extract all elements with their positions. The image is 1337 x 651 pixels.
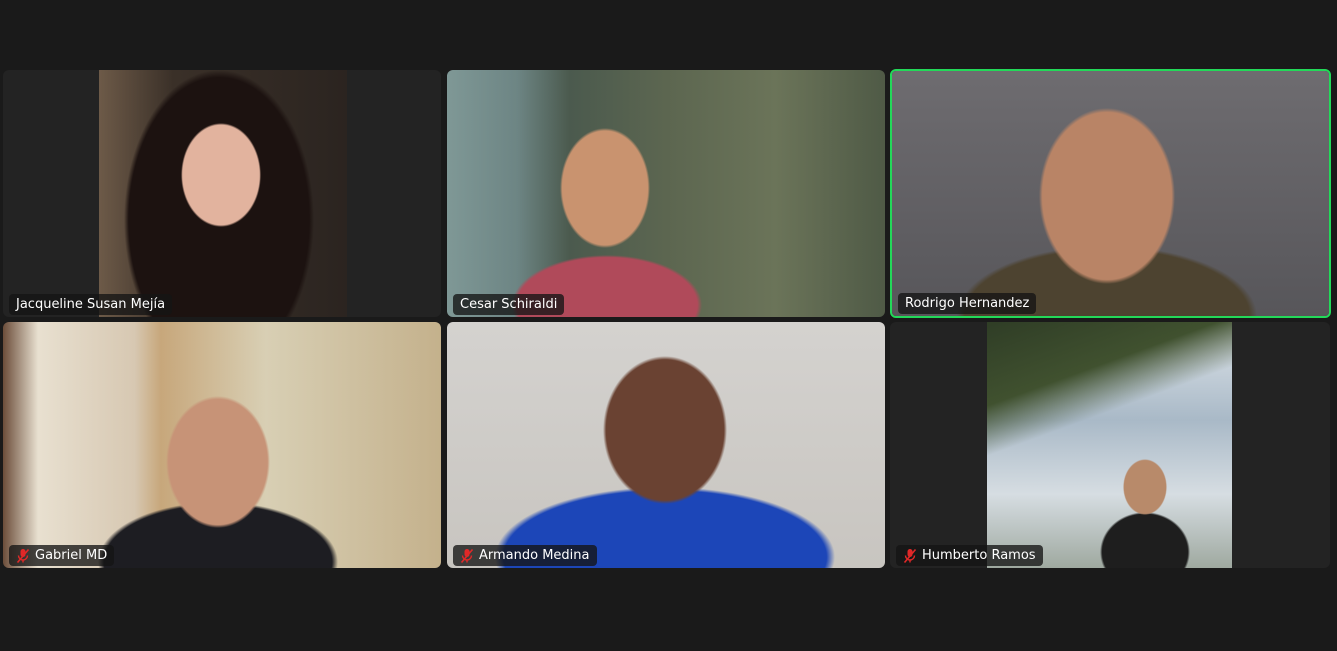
participant-name: Jacqueline Susan Mejía xyxy=(16,297,166,312)
participant-tile-rodrigo-active-speaker[interactable]: Rodrigo Hernandez xyxy=(890,69,1331,318)
participant-video xyxy=(447,322,885,568)
participant-video xyxy=(447,70,885,317)
participant-name: Humberto Ramos xyxy=(922,548,1036,563)
participant-name: Rodrigo Hernandez xyxy=(905,296,1030,311)
participant-name-tag: Humberto Ramos xyxy=(896,545,1043,566)
participant-tile-humberto[interactable]: Humberto Ramos xyxy=(890,322,1330,568)
participant-video xyxy=(987,322,1232,568)
participant-tile-gabriel[interactable]: Gabriel MD xyxy=(3,322,441,568)
participant-name-tag: Cesar Schiraldi xyxy=(453,294,565,315)
gallery-view: Jacqueline Susan Mejía Cesar Schiraldi R… xyxy=(0,0,1337,651)
participant-name: Cesar Schiraldi xyxy=(460,297,558,312)
participant-name-tag: Gabriel MD xyxy=(9,545,115,566)
participant-name-tag: Jacqueline Susan Mejía xyxy=(9,294,173,315)
participant-tile-armando[interactable]: Armando Medina xyxy=(447,322,885,568)
participant-tile-jacqueline[interactable]: Jacqueline Susan Mejía xyxy=(3,70,441,317)
mic-muted-icon xyxy=(460,548,474,563)
participant-video xyxy=(99,70,347,317)
mic-muted-icon xyxy=(16,548,30,563)
participant-tile-cesar[interactable]: Cesar Schiraldi xyxy=(447,70,885,317)
participant-name: Gabriel MD xyxy=(35,548,108,563)
participant-video xyxy=(3,322,441,568)
participant-video xyxy=(892,71,1329,316)
participant-name: Armando Medina xyxy=(479,548,590,563)
mic-muted-icon xyxy=(903,548,917,563)
participant-name-tag: Armando Medina xyxy=(453,545,597,566)
participant-name-tag: Rodrigo Hernandez xyxy=(898,293,1037,314)
